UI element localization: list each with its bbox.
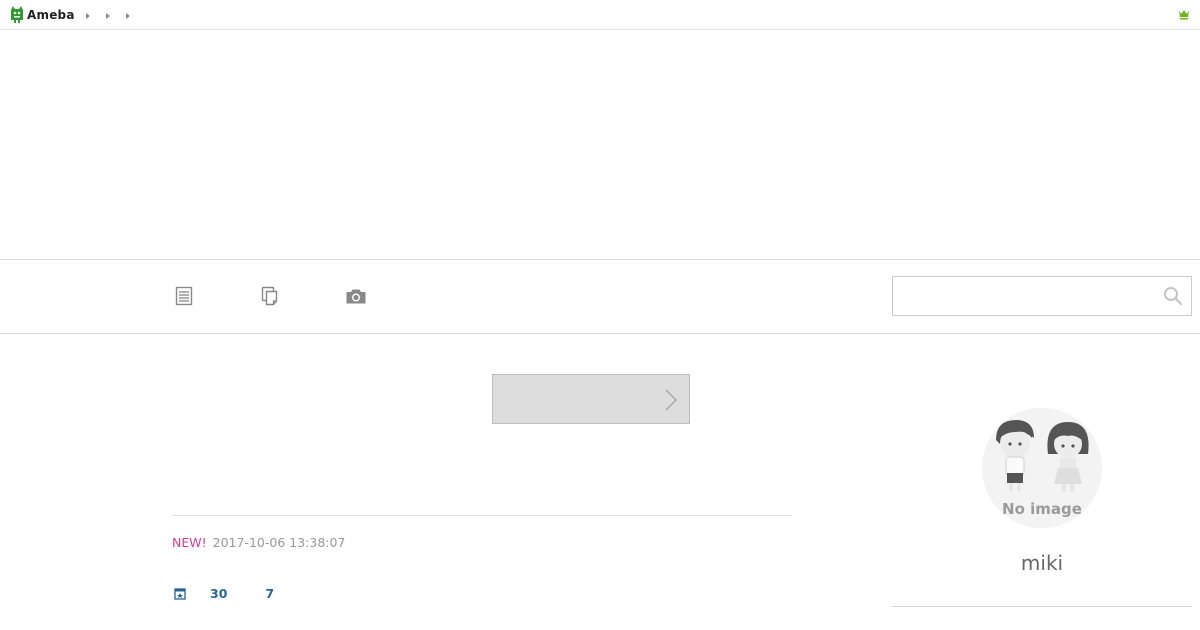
search-icon[interactable] — [1163, 286, 1183, 306]
blog-nav-bar — [0, 259, 1200, 334]
new-badge: NEW! — [172, 535, 207, 550]
ameba-logo-text: Ameba — [27, 7, 75, 22]
copy-pages-icon — [261, 286, 278, 306]
entry-stats: 30 7 — [172, 586, 274, 601]
camera-icon — [346, 289, 366, 304]
next-page-button[interactable] — [492, 374, 690, 424]
avatar[interactable]: No image — [982, 408, 1102, 528]
ad-banner-area — [0, 31, 1200, 259]
breadcrumb-arrow-2[interactable] — [104, 11, 124, 21]
breadcrumb-arrow-1[interactable] — [84, 11, 104, 21]
blog-search-box — [892, 276, 1192, 316]
entry-meta: NEW! 2017-10-06 13:38:07 — [172, 535, 345, 550]
sidebar-divider — [892, 606, 1192, 607]
avatar-caption: No image — [1002, 500, 1082, 518]
comment-count[interactable]: 7 — [265, 586, 274, 601]
entry-date: 2017-10-06 13:38:07 — [212, 535, 346, 550]
document-list-icon — [175, 286, 193, 306]
breadcrumb-arrow-3[interactable] — [124, 11, 144, 21]
search-input[interactable] — [893, 277, 1153, 315]
nav-themes-button[interactable] — [258, 284, 282, 308]
ameba-mascot-icon — [11, 6, 23, 23]
profile-name[interactable]: miki — [892, 551, 1192, 575]
breadcrumb — [84, 11, 144, 21]
global-header: Ameba — [0, 0, 1200, 30]
chevron-right-icon — [665, 389, 678, 411]
nav-entries-button[interactable] — [172, 284, 196, 308]
like-count[interactable]: 30 — [210, 586, 227, 601]
no-image-avatar-icon: No image — [982, 408, 1102, 528]
nav-photos-button[interactable] — [344, 284, 368, 308]
crown-icon[interactable] — [1178, 8, 1190, 20]
ameba-logo[interactable]: Ameba — [10, 6, 75, 23]
entry-divider — [172, 515, 792, 516]
reblog-icon[interactable] — [173, 587, 187, 601]
